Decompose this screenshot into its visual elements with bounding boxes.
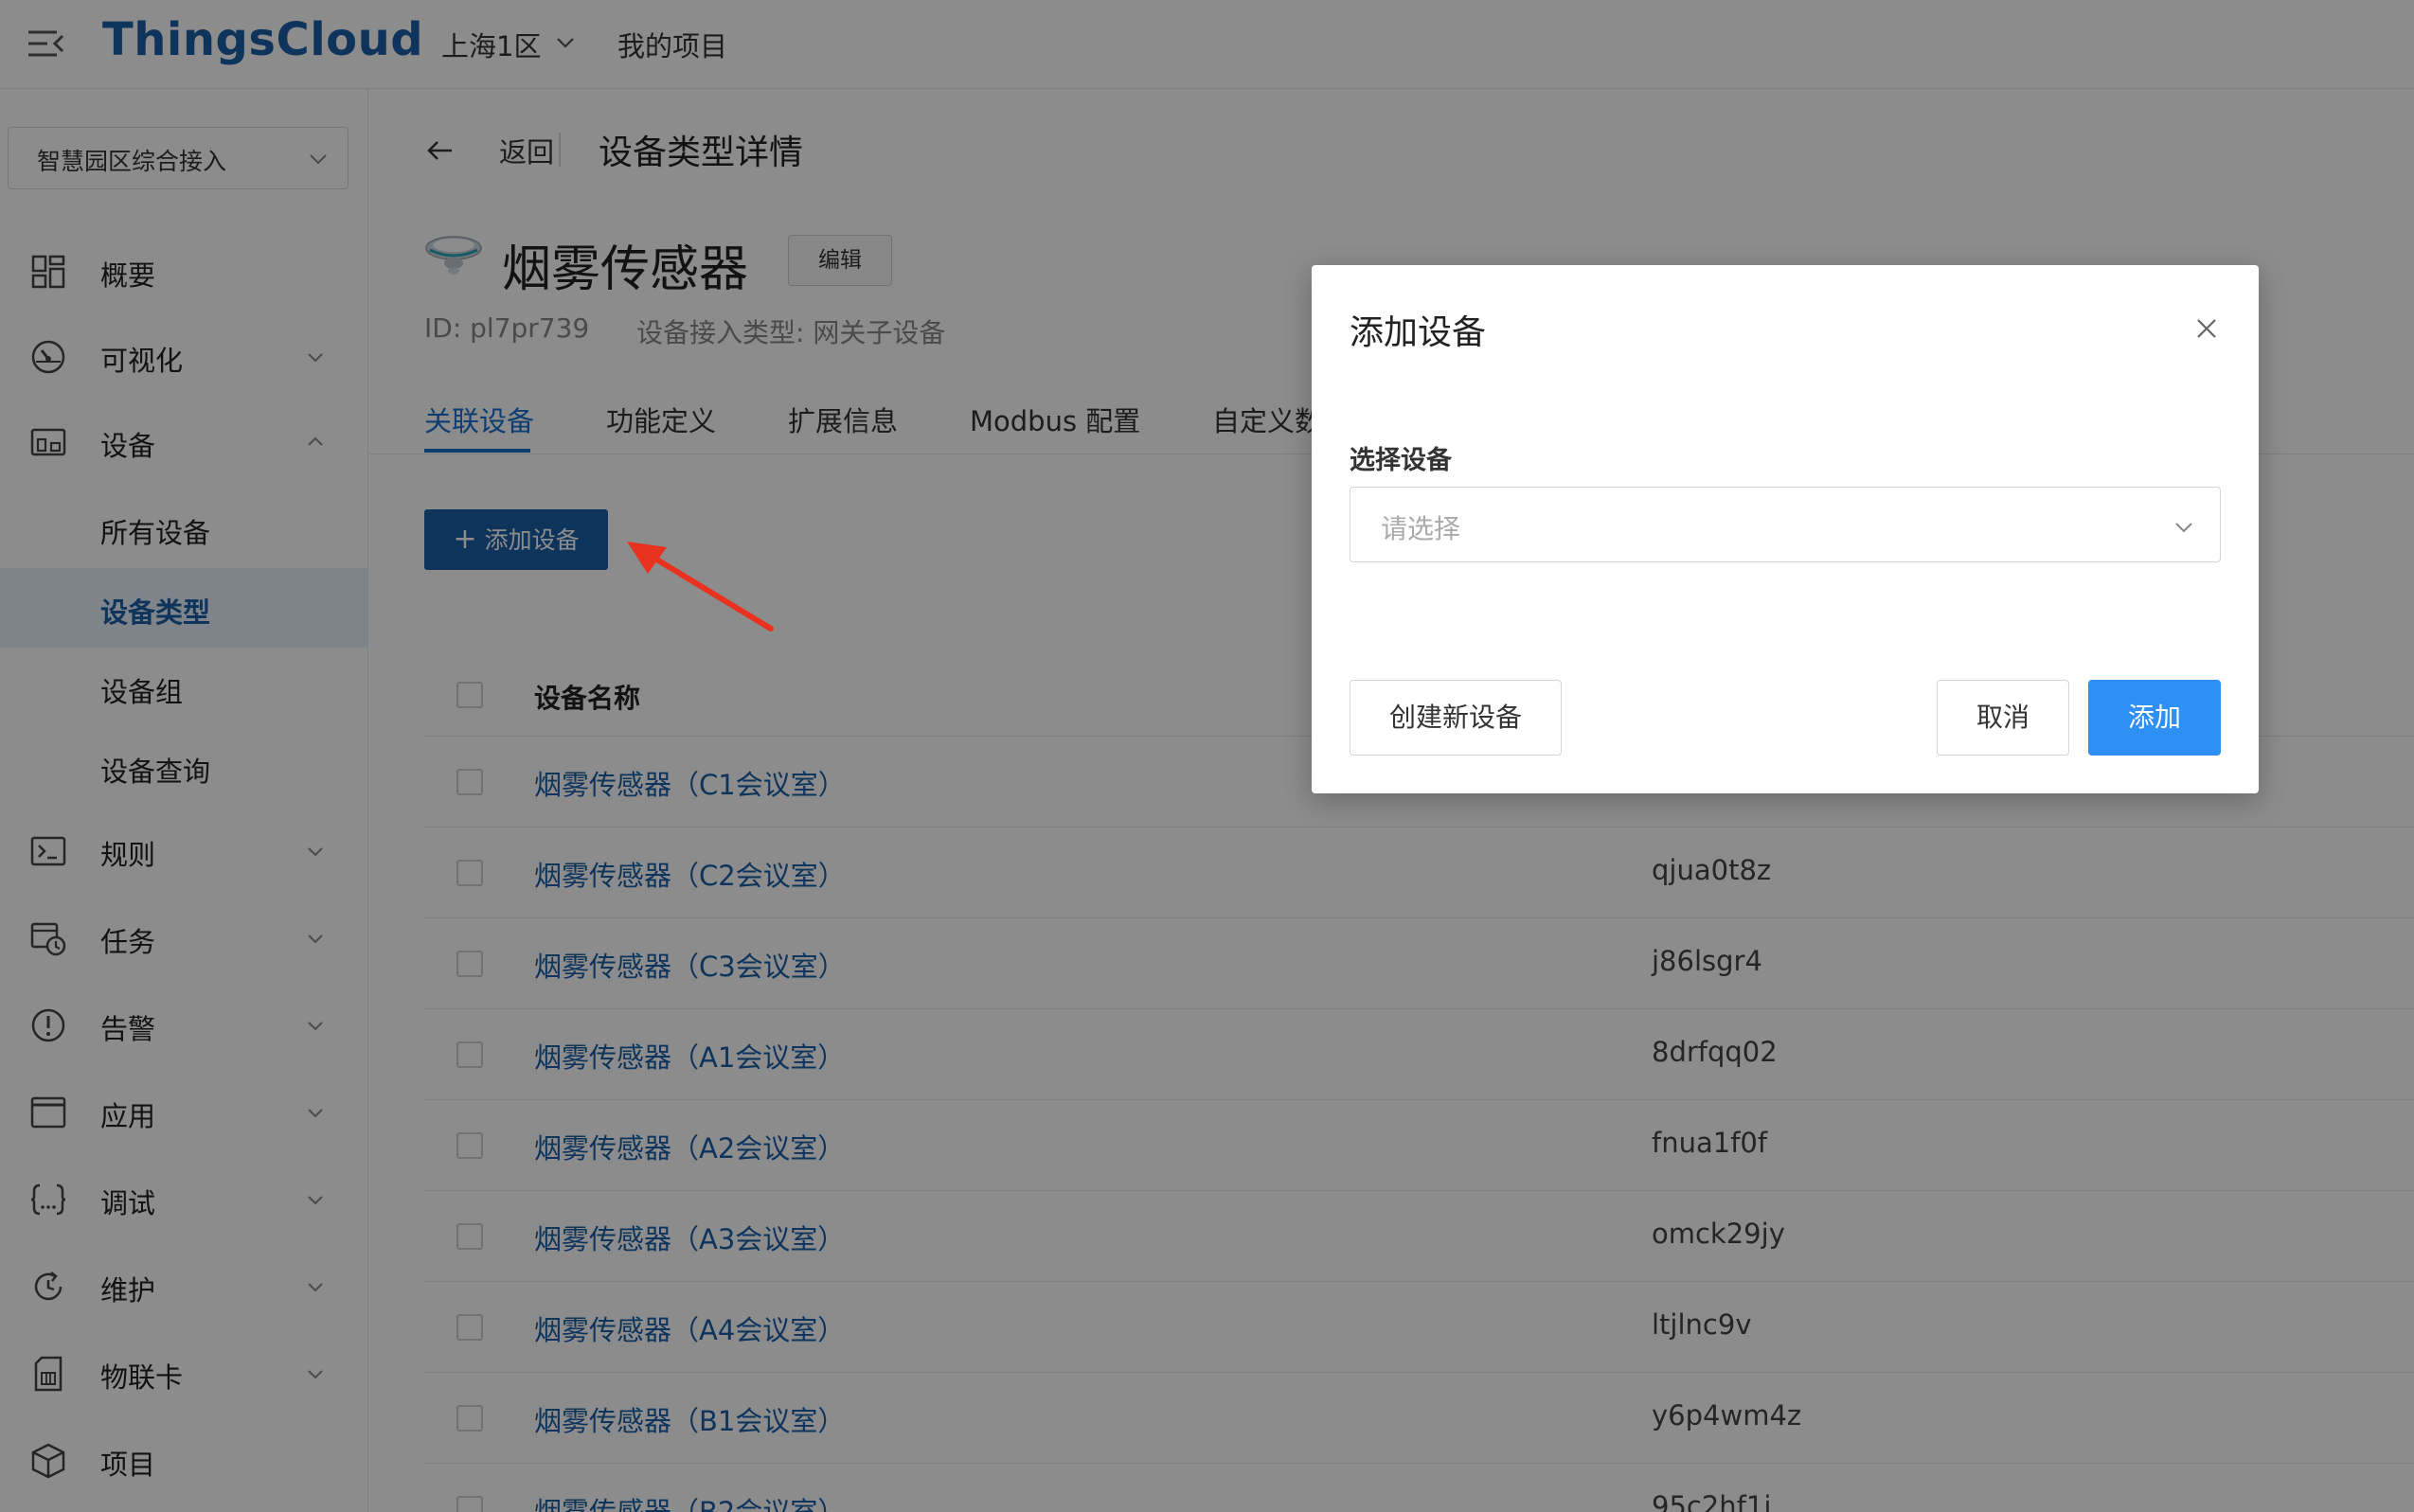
add-device-dialog: 添加设备 选择设备 请选择 创建新设备 取消 添加	[1312, 265, 2259, 793]
add-button[interactable]: 添加	[2088, 680, 2221, 756]
close-icon[interactable]	[2192, 314, 2221, 343]
create-new-device-button[interactable]: 创建新设备	[1350, 680, 1562, 756]
chevron-down-icon	[2175, 523, 2192, 533]
dialog-title: 添加设备	[1350, 313, 1487, 352]
annotation-arrow-icon	[627, 542, 774, 631]
device-select[interactable]: 请选择	[1350, 487, 2221, 562]
select-device-label: 选择设备	[1350, 446, 1452, 475]
cancel-button[interactable]: 取消	[1937, 680, 2069, 756]
app-page: ThingsCloud 上海1区 我的项目 智慧园区综合接入 概要 可视化 设备…	[0, 0, 2414, 1512]
select-placeholder: 请选择	[1381, 513, 1461, 544]
